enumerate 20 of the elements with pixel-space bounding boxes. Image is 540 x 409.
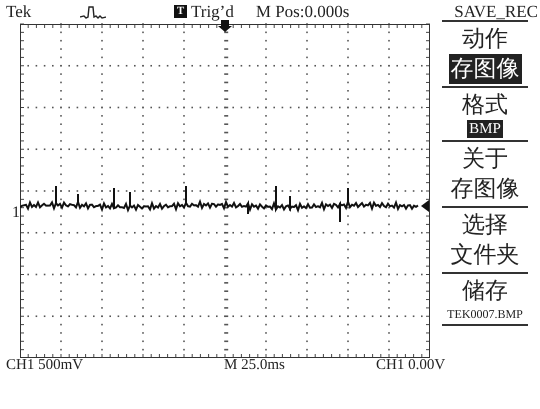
menu-label: 格式 — [462, 91, 508, 119]
brand-label: Tek — [6, 3, 32, 20]
menu-title: SAVE_REC — [454, 3, 539, 20]
trigger-level: CH1 0.00V — [376, 358, 446, 373]
trigger-badge: T — [174, 5, 187, 18]
trigger-position-icon — [218, 20, 232, 32]
pulse-icon — [80, 5, 106, 19]
menu-label: 储存 — [462, 277, 508, 305]
menu-value[interactable]: BMP — [467, 120, 503, 138]
menu-button[interactable]: 选择 文件夹 — [450, 210, 520, 270]
menu-value[interactable]: TEK0007.BMP — [447, 306, 523, 322]
time-position: M Pos:0.000s — [256, 3, 350, 20]
menu-button[interactable]: 关于 存图像 — [450, 144, 520, 204]
time-per-div: M 25.0ms — [224, 358, 286, 373]
volts-per-div: CH1 500mV — [6, 358, 84, 373]
menu-value[interactable]: 存图像 — [448, 54, 522, 84]
menu-label: 动作 — [462, 25, 508, 53]
trigger-status: Trig’d — [191, 3, 234, 20]
channel-marker: 1 — [12, 205, 20, 221]
trigger-level-icon — [421, 200, 429, 212]
